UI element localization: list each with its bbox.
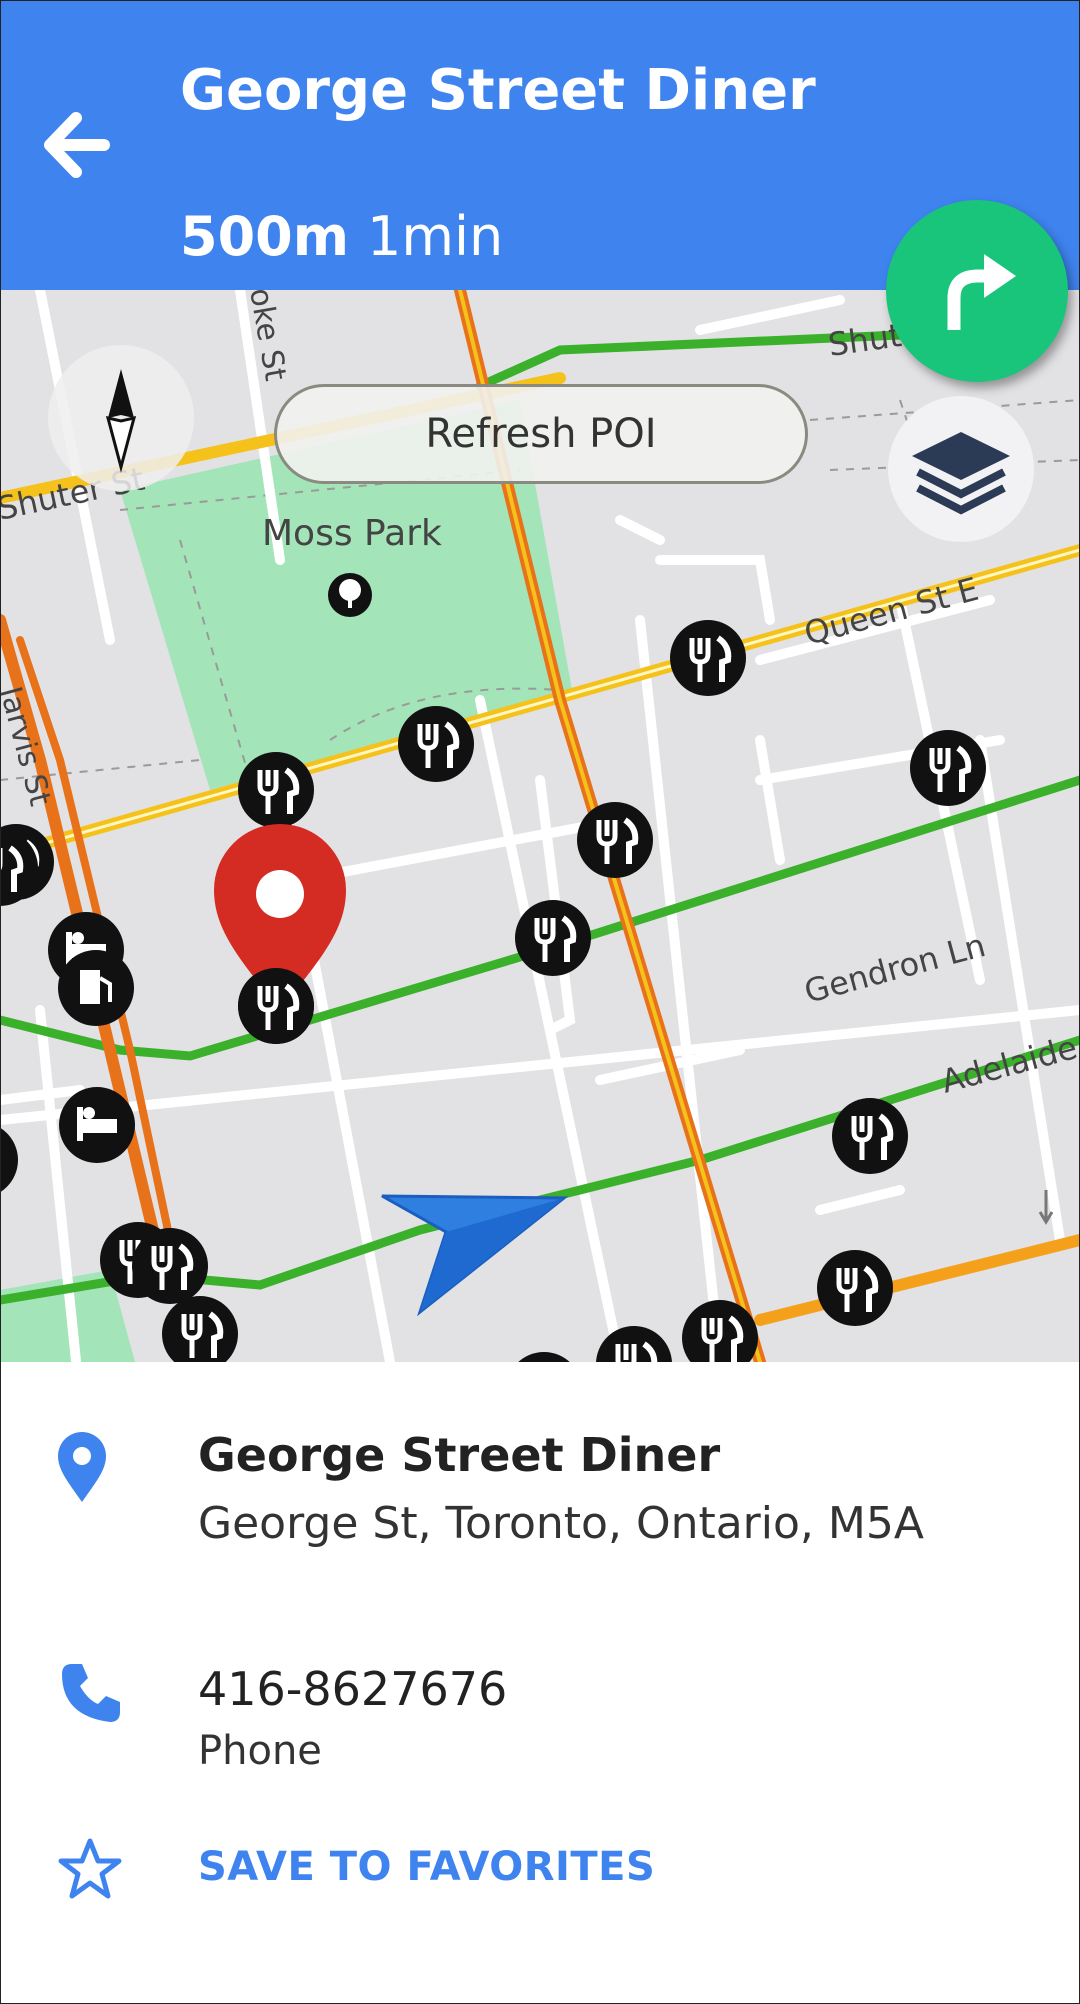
- phone-label: Phone: [198, 1728, 322, 1774]
- route-distance: 500m: [180, 205, 349, 268]
- arrow-left-icon: [44, 112, 110, 178]
- map-layers-button[interactable]: [888, 396, 1034, 542]
- turn-right-icon: [947, 254, 1016, 330]
- moss-park-label: Moss Park: [262, 513, 442, 554]
- back-button[interactable]: [42, 110, 112, 180]
- fuel-poi-marker: [56, 948, 136, 1028]
- street-label-queen: Queen St E: [800, 570, 982, 653]
- route-summary: 500m 1min: [180, 205, 503, 268]
- park-poi-icon: [328, 573, 372, 617]
- compass-button[interactable]: [48, 345, 194, 491]
- start-navigation-button[interactable]: [886, 200, 1068, 382]
- save-to-favorites-button[interactable]: SAVE TO FAVORITES: [198, 1844, 655, 1890]
- compass-icon: [105, 369, 137, 473]
- place-name: George Street Diner: [198, 1428, 721, 1482]
- place-address: George St, Toronto, Ontario, M5A: [198, 1498, 924, 1549]
- street-label-gendron: Gendron Ln: [800, 926, 989, 1011]
- destination-title: George Street Diner: [180, 58, 816, 123]
- star-icon[interactable]: [58, 1838, 122, 1900]
- phone-icon[interactable]: [58, 1660, 124, 1726]
- street-label-jarvis: Jarvis St: [0, 681, 58, 810]
- route-duration: 1min: [367, 205, 504, 268]
- current-location-arrow-icon: [381, 1194, 569, 1317]
- refresh-poi-button[interactable]: Refresh POI: [274, 384, 808, 484]
- location-pin-icon: [58, 1432, 106, 1502]
- layers-icon: [912, 432, 1010, 515]
- phone-number[interactable]: 416-8627676: [198, 1662, 507, 1716]
- street-label-adelaide: Adelaide: [937, 1028, 1080, 1101]
